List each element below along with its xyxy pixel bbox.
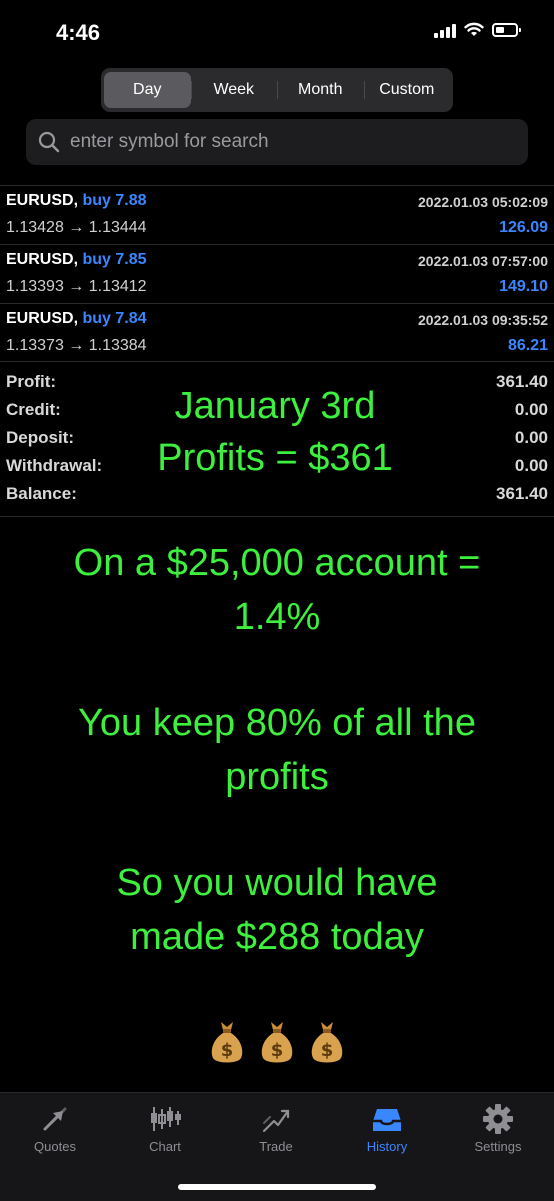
overlay-line: 1.4%: [233, 596, 321, 638]
cellular-signal-icon: [434, 22, 456, 38]
deal-row[interactable]: EURUSD, buy 7.84 1.13373 → 1.13384 2022.…: [0, 303, 554, 362]
overlay-line: made $288 today: [130, 916, 424, 958]
battery-icon: [492, 23, 521, 37]
status-time: 4:46: [56, 20, 101, 45]
deals-list: EURUSD, buy 7.88 1.13428 → 1.13444 2022.…: [0, 185, 554, 362]
deal-symbol-line: EURUSD, buy 7.88: [6, 192, 147, 210]
tab-history[interactable]: History: [332, 1093, 442, 1173]
tab-month[interactable]: Month: [277, 72, 364, 108]
search-bar[interactable]: [26, 119, 528, 165]
tab-week[interactable]: Week: [190, 72, 278, 108]
deal-profit: 149.10: [499, 278, 548, 295]
money-bag-icon: $: [261, 1022, 293, 1063]
deal-symbol: EURUSD,: [6, 192, 79, 209]
settings-icon: [483, 1104, 513, 1134]
tab-day[interactable]: Day: [104, 72, 191, 108]
overlay-line: profits: [225, 756, 329, 798]
tab-label: Chart: [149, 1139, 181, 1154]
tab-chart[interactable]: Chart: [110, 1093, 220, 1173]
deal-datetime: 2022.01.03 09:35:52: [418, 312, 548, 328]
svg-text:$: $: [221, 1040, 234, 1061]
deal-row[interactable]: EURUSD, buy 7.88 1.13428 → 1.13444 2022.…: [0, 185, 554, 244]
deal-symbol: EURUSD,: [6, 310, 79, 327]
overlay-line: January 3rd: [174, 385, 376, 427]
money-bag-icon: $: [311, 1022, 343, 1063]
deal-profit: 126.09: [499, 219, 548, 236]
svg-text:$: $: [271, 1040, 284, 1061]
status-bar: 4:46: [0, 0, 554, 64]
deal-prices: 1.13428 → 1.13444: [6, 219, 147, 236]
deal-side: buy 7.88: [82, 192, 147, 209]
summary-value: 0.00: [514, 456, 548, 475]
deal-row[interactable]: EURUSD, buy 7.85 1.13393 → 1.13412 2022.…: [0, 244, 554, 303]
deal-side: buy 7.85: [82, 251, 147, 268]
overlay-line: So you would have: [116, 862, 438, 904]
tab-label: Trade: [259, 1139, 293, 1154]
wifi-icon: [464, 22, 484, 36]
overlay-line: Profits = $361: [157, 437, 393, 479]
summary-value: 0.00: [514, 428, 548, 447]
deal-symbol-line: EURUSD, buy 7.85: [6, 251, 147, 269]
tab-settings[interactable]: Settings: [443, 1093, 553, 1173]
summary-value: 361.40: [496, 484, 548, 503]
search-icon: [38, 131, 60, 153]
deal-prices: 1.13373 → 1.13384: [6, 337, 147, 354]
deal-datetime: 2022.01.03 07:57:00: [418, 253, 548, 269]
summary-value: 361.40: [496, 372, 548, 391]
deal-profit: 86.21: [507, 337, 548, 354]
summary-label: Withdrawal:: [6, 456, 103, 475]
overlay-line: On a $25,000 account =: [73, 542, 481, 584]
summary-label: Profit:: [6, 372, 57, 391]
tab-custom[interactable]: Custom: [363, 72, 451, 108]
history-icon: [373, 1109, 401, 1131]
summary-label: Balance:: [6, 484, 77, 503]
money-bag-icon: $: [211, 1022, 243, 1063]
period-selector: Day Week Month Custom: [101, 68, 453, 112]
summary-label: Credit:: [6, 400, 61, 419]
money-bags: $ $ $: [0, 1018, 554, 1066]
quotes-icon: [43, 1107, 67, 1131]
tab-label: History: [366, 1139, 408, 1154]
tab-trade[interactable]: Trade: [221, 1093, 331, 1173]
summary-value: 0.00: [514, 400, 548, 419]
tab-label: Settings: [474, 1139, 522, 1154]
deal-symbol-line: EURUSD, buy 7.84: [6, 310, 147, 328]
tab-label: Quotes: [34, 1139, 76, 1154]
deal-symbol: EURUSD,: [6, 251, 79, 268]
svg-text:$: $: [321, 1040, 334, 1061]
overlay-date-profit: January 3rd Profits = $361: [120, 380, 430, 484]
trade-icon: [262, 1109, 290, 1133]
home-indicator[interactable]: [178, 1184, 376, 1190]
tab-quotes[interactable]: Quotes: [0, 1093, 110, 1173]
deal-prices: 1.13393 → 1.13412: [6, 278, 147, 295]
overlay-keep-profits: You keep 80% of all the profits: [0, 696, 554, 804]
search-input[interactable]: [68, 130, 512, 154]
summary-label: Deposit:: [6, 428, 74, 447]
deal-datetime: 2022.01.03 05:02:09: [418, 194, 548, 210]
chart-icon: [151, 1107, 181, 1131]
overlay-line: You keep 80% of all the: [78, 702, 476, 744]
deal-side: buy 7.84: [82, 310, 147, 327]
summary-row-balance: Balance: 361.40: [6, 484, 548, 512]
overlay-earnings: So you would have made $288 today: [0, 856, 554, 964]
status-icons: [434, 22, 521, 38]
overlay-account-percent: On a $25,000 account = 1.4%: [0, 536, 554, 644]
